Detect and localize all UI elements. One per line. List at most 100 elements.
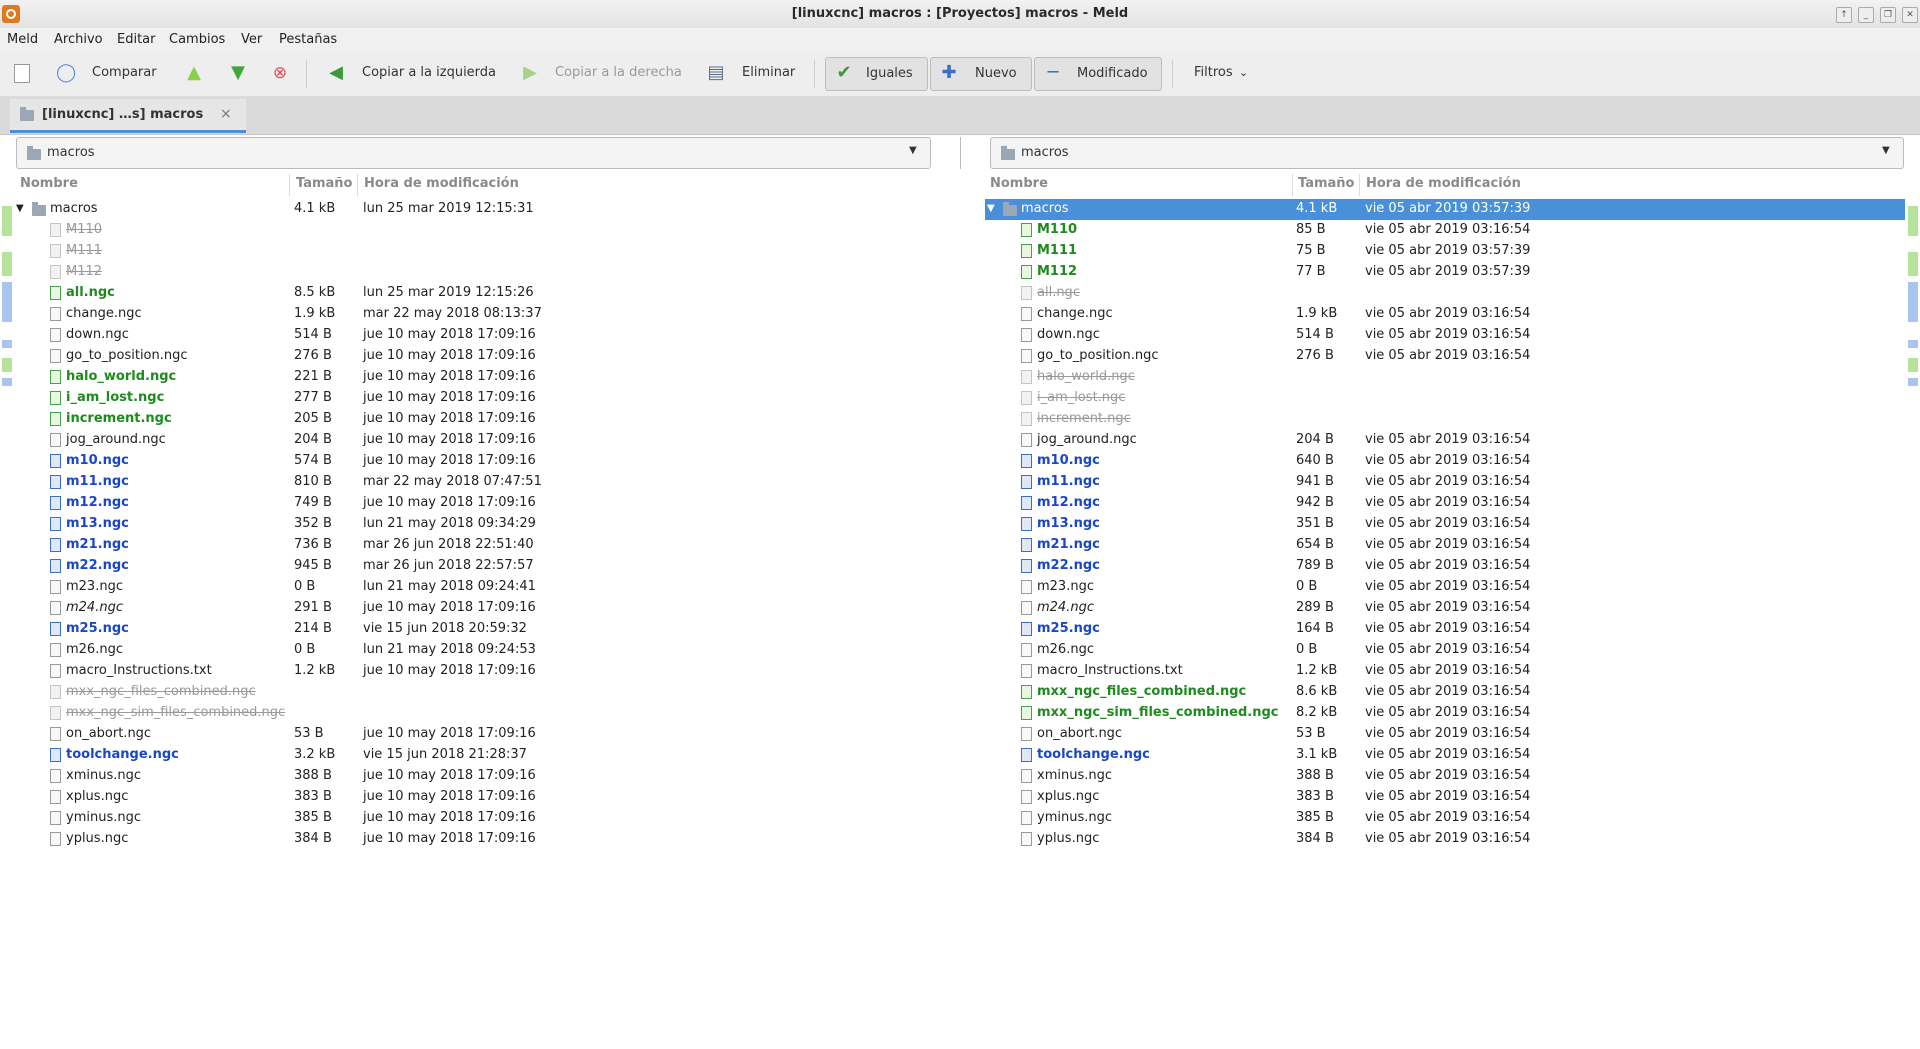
new-file-icon[interactable]	[14, 64, 30, 83]
left-path-combo[interactable]: macros ▼	[16, 137, 931, 169]
file-row[interactable]: on_abort.ngc 53 B jue 10 may 2018 17:09:16	[14, 724, 934, 745]
file-row[interactable]: mxx_ngc_sim_files_combined.ngc 8.2 kB vie …	[985, 703, 1905, 724]
file-row[interactable]: xplus.ngc 383 B jue 10 may 2018 17:09:16	[14, 787, 934, 808]
file-row[interactable]: m23.ngc 0 B vie 05 abr 2019 03:16:54	[985, 577, 1905, 598]
file-row[interactable]: M111 75 B vie 05 abr 2019 03:57:39	[985, 241, 1905, 262]
left-header-size[interactable]: Tamaño	[296, 176, 352, 191]
file-row[interactable]: jog_around.ngc 204 B jue 10 may 2018 17:09…	[14, 430, 934, 451]
file-row[interactable]: m25.ngc 214 B vie 15 jun 2018 20:59:32	[14, 619, 934, 640]
menu-meld[interactable]: Meld	[7, 32, 38, 47]
file-row[interactable]: m24.ngc 289 B vie 05 abr 2019 03:16:54	[985, 598, 1905, 619]
file-row[interactable]: macro_Instructions.txt 1.2 kB jue 10 may 2…	[14, 661, 934, 682]
copy-right-icon[interactable]: ▶	[520, 63, 540, 83]
right-path-combo[interactable]: macros ▼	[990, 137, 1904, 169]
right-header-mtime[interactable]: Hora de modificación	[1366, 176, 1521, 191]
right-header-size[interactable]: Tamaño	[1298, 176, 1354, 191]
file-row[interactable]: yplus.ngc 384 B jue 10 may 2018 17:09:16	[14, 829, 934, 850]
file-row[interactable]: yminus.ngc 385 B jue 10 may 2018 17:09:16	[14, 808, 934, 829]
file-row[interactable]: m23.ngc 0 B lun 21 may 2018 09:24:41	[14, 577, 934, 598]
file-row[interactable]: increment.ngc	[985, 409, 1905, 430]
minimize-icon[interactable]: _	[1858, 7, 1874, 23]
left-header-mtime[interactable]: Hora de modificación	[364, 176, 519, 191]
stop-icon[interactable]: ⊗	[270, 63, 290, 83]
file-row[interactable]: m21.ngc 654 B vie 05 abr 2019 03:16:54	[985, 535, 1905, 556]
file-row[interactable]: m13.ngc 351 B vie 05 abr 2019 03:16:54	[985, 514, 1905, 535]
file-row[interactable]: m11.ngc 941 B vie 05 abr 2019 03:16:54	[985, 472, 1905, 493]
menu-archivo[interactable]: Archivo	[54, 32, 103, 47]
file-row[interactable]: all.ngc 8.5 kB lun 25 mar 2019 12:15:26	[14, 283, 934, 304]
file-row[interactable]: i_am_lost.ngc 277 B jue 10 may 2018 17:09:…	[14, 388, 934, 409]
file-row[interactable]: mxx_ngc_files_combined.ngc	[14, 682, 934, 703]
file-row[interactable]: M110 85 B vie 05 abr 2019 03:16:54	[985, 220, 1905, 241]
menu-cambios[interactable]: Cambios	[169, 32, 225, 47]
folder-row[interactable]: ▼ macros 4.1 kB lun 25 mar 2019 12:15:31	[14, 199, 934, 220]
copy-left-button[interactable]: Copiar a la izquierda	[362, 65, 496, 80]
folder-row[interactable]: ▼ macros 4.1 kB vie 05 abr 2019 03:57:39	[985, 199, 1905, 220]
file-row[interactable]: down.ngc 514 B vie 05 abr 2019 03:16:54	[985, 325, 1905, 346]
tab-macros[interactable]: [linuxcnc] …s] macros ×	[10, 99, 246, 133]
close-icon[interactable]: ×	[220, 106, 232, 122]
file-row[interactable]: on_abort.ngc 53 B vie 05 abr 2019 03:16:54	[985, 724, 1905, 745]
file-row[interactable]: xminus.ngc 388 B jue 10 may 2018 17:09:16	[14, 766, 934, 787]
expander-icon[interactable]: ▼	[987, 203, 995, 214]
file-row[interactable]: yplus.ngc 384 B vie 05 abr 2019 03:16:54	[985, 829, 1905, 850]
file-row[interactable]: xminus.ngc 388 B vie 05 abr 2019 03:16:54	[985, 766, 1905, 787]
file-row[interactable]: m22.ngc 945 B mar 26 jun 2018 22:57:57	[14, 556, 934, 577]
file-row[interactable]: m10.ngc 574 B jue 10 may 2018 17:09:16	[14, 451, 934, 472]
menu-editar[interactable]: Editar	[117, 32, 156, 47]
expander-icon[interactable]: ▼	[16, 203, 24, 214]
chevron-down-icon[interactable]: ⌄	[1239, 66, 1248, 79]
file-row[interactable]: increment.ngc 205 B jue 10 may 2018 17:09:…	[14, 409, 934, 430]
delete-button[interactable]: Eliminar	[742, 65, 795, 80]
file-row[interactable]: jog_around.ngc 204 B vie 05 abr 2019 03:16…	[985, 430, 1905, 451]
filters-button[interactable]: Filtros	[1194, 65, 1233, 80]
compare-button[interactable]: Comparar	[92, 65, 157, 80]
file-row[interactable]: change.ngc 1.9 kB vie 05 abr 2019 03:16:54	[985, 304, 1905, 325]
file-row[interactable]: m26.ngc 0 B lun 21 may 2018 09:24:53	[14, 640, 934, 661]
file-row[interactable]: toolchange.ngc 3.1 kB vie 05 abr 2019 03:1…	[985, 745, 1905, 766]
file-row[interactable]: go_to_position.ngc 276 B vie 05 abr 2019 0…	[985, 346, 1905, 367]
file-row[interactable]: toolchange.ngc 3.2 kB vie 15 jun 2018 21:2…	[14, 745, 934, 766]
file-row[interactable]: mxx_ngc_sim_files_combined.ngc	[14, 703, 934, 724]
copy-right-button[interactable]: Copiar a la derecha	[555, 65, 682, 80]
file-row[interactable]: M112 77 B vie 05 abr 2019 03:57:39	[985, 262, 1905, 283]
file-row[interactable]: M112	[14, 262, 934, 283]
prev-change-icon[interactable]: ▲	[184, 63, 204, 83]
same-toggle[interactable]: ✔ Iguales	[825, 57, 928, 91]
file-row[interactable]: m24.ngc 291 B jue 10 may 2018 17:09:16	[14, 598, 934, 619]
modified-toggle[interactable]: ─ Modificado	[1034, 57, 1162, 91]
next-change-icon[interactable]: ▼	[228, 63, 248, 83]
file-row[interactable]: go_to_position.ngc 276 B jue 10 may 2018 1…	[14, 346, 934, 367]
file-row[interactable]: m12.ngc 749 B jue 10 may 2018 17:09:16	[14, 493, 934, 514]
maximize-icon[interactable]: ❐	[1880, 7, 1896, 23]
file-row[interactable]: change.ngc 1.9 kB mar 22 may 2018 08:13:37	[14, 304, 934, 325]
file-row[interactable]: halo_world.ngc 221 B jue 10 may 2018 17:09…	[14, 367, 934, 388]
file-row[interactable]: m22.ngc 789 B vie 05 abr 2019 03:16:54	[985, 556, 1905, 577]
file-row[interactable]: m25.ngc 164 B vie 05 abr 2019 03:16:54	[985, 619, 1905, 640]
left-header-name[interactable]: Nombre	[20, 176, 78, 191]
file-row[interactable]: mxx_ngc_files_combined.ngc 8.6 kB vie 05 a…	[985, 682, 1905, 703]
right-header-name[interactable]: Nombre	[990, 176, 1048, 191]
file-row[interactable]: i_am_lost.ngc	[985, 388, 1905, 409]
menu-pestanas[interactable]: Pestañas	[279, 32, 337, 47]
file-row[interactable]: macro_Instructions.txt 1.2 kB vie 05 abr 2…	[985, 661, 1905, 682]
file-row[interactable]: M110	[14, 220, 934, 241]
new-toggle[interactable]: ✚ Nuevo	[930, 57, 1032, 91]
file-row[interactable]: all.ngc	[985, 283, 1905, 304]
file-row[interactable]: m26.ngc 0 B vie 05 abr 2019 03:16:54	[985, 640, 1905, 661]
file-row[interactable]: m10.ngc 640 B vie 05 abr 2019 03:16:54	[985, 451, 1905, 472]
file-row[interactable]: halo_world.ngc	[985, 367, 1905, 388]
file-row[interactable]: xplus.ngc 383 B vie 05 abr 2019 03:16:54	[985, 787, 1905, 808]
close-window-icon[interactable]: ✕	[1902, 7, 1918, 23]
file-row[interactable]: M111	[14, 241, 934, 262]
file-row[interactable]: m12.ngc 942 B vie 05 abr 2019 03:16:54	[985, 493, 1905, 514]
file-row[interactable]: yminus.ngc 385 B vie 05 abr 2019 03:16:54	[985, 808, 1905, 829]
copy-left-icon[interactable]: ◀	[326, 63, 346, 83]
file-row[interactable]: m21.ngc 736 B mar 26 jun 2018 22:51:40	[14, 535, 934, 556]
file-row[interactable]: m13.ngc 352 B lun 21 may 2018 09:34:29	[14, 514, 934, 535]
file-row[interactable]: down.ngc 514 B jue 10 may 2018 17:09:16	[14, 325, 934, 346]
delete-icon[interactable]: ▤	[706, 63, 726, 83]
compare-icon[interactable]: ◯	[56, 63, 76, 83]
window-up-icon[interactable]: ↑	[1836, 7, 1852, 23]
menu-ver[interactable]: Ver	[241, 32, 262, 47]
